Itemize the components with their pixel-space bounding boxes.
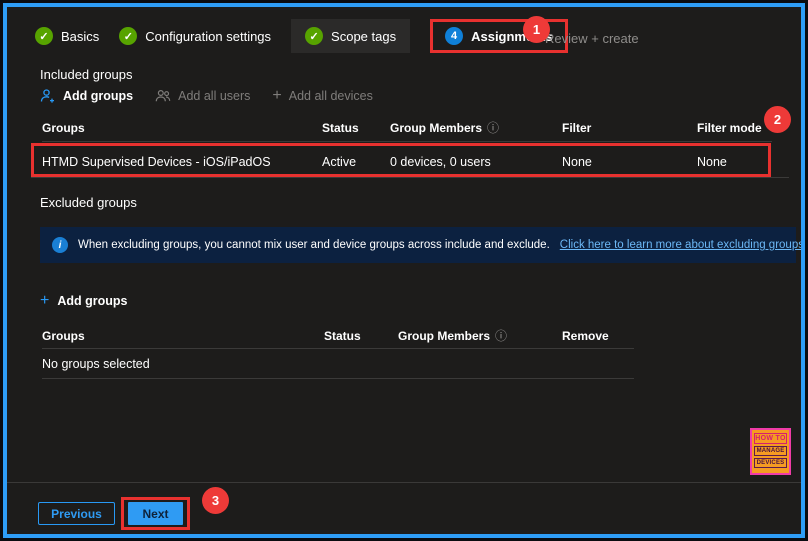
tab-configuration-settings-label: Configuration settings bbox=[145, 28, 272, 44]
divider bbox=[42, 141, 772, 142]
plus-icon: + bbox=[40, 292, 50, 309]
info-banner-link[interactable]: Click here to learn more about excluding… bbox=[560, 239, 801, 251]
col-status: Status bbox=[324, 328, 361, 343]
info-banner: i When excluding groups, you cannot mix … bbox=[40, 227, 801, 263]
htmd-logo: HOW TO MANAGE DEVICES bbox=[750, 428, 791, 475]
annotation-badge-1: 1 bbox=[523, 16, 550, 43]
divider bbox=[31, 177, 789, 178]
add-groups-label: Add groups bbox=[63, 89, 134, 103]
divider bbox=[42, 348, 634, 349]
included-groups-toolbar: Add groups Add all users + Add all devic… bbox=[40, 88, 373, 104]
col-groups: Groups bbox=[42, 120, 85, 135]
previous-button[interactable]: Previous bbox=[38, 502, 115, 525]
wizard-panel: ✓ Basics ✓ Configuration settings ✓ Scop… bbox=[3, 3, 805, 538]
footer-divider bbox=[7, 482, 801, 483]
screenshot-outer-border: ✓ Basics ✓ Configuration settings ✓ Scop… bbox=[0, 0, 808, 541]
col-filter-mode: Filter mode bbox=[697, 120, 762, 135]
tab-scope-tags[interactable]: ✓ Scope tags bbox=[291, 19, 411, 53]
col-status: Status bbox=[322, 120, 359, 135]
logo-line1: HOW TO bbox=[754, 433, 787, 444]
tab-scope-tags-label: Scope tags bbox=[331, 28, 397, 44]
tab-configuration-settings[interactable]: ✓ Configuration settings bbox=[119, 27, 271, 45]
row-annotation-rect bbox=[31, 143, 771, 177]
logo-line3: DEVICES bbox=[754, 458, 787, 468]
tab-basics-label: Basics bbox=[61, 28, 100, 44]
people-icon bbox=[155, 88, 171, 104]
person-add-icon bbox=[40, 88, 56, 104]
col-filter: Filter bbox=[562, 120, 592, 135]
excluded-groups-heading: Excluded groups bbox=[40, 195, 137, 210]
excluded-add-groups-label: Add groups bbox=[57, 294, 128, 308]
col-group-members: Group Members ⓘ bbox=[390, 119, 500, 136]
info-icon[interactable]: ⓘ bbox=[487, 119, 499, 136]
add-groups-button[interactable]: Add groups bbox=[40, 88, 133, 104]
annotation-badge-3: 3 bbox=[202, 487, 229, 514]
check-icon: ✓ bbox=[35, 27, 53, 45]
check-icon: ✓ bbox=[119, 27, 138, 45]
tab-basics[interactable]: ✓ Basics bbox=[35, 27, 99, 45]
add-all-users-button[interactable]: Add all users bbox=[155, 88, 250, 104]
annotation-badge-2: 2 bbox=[764, 106, 791, 133]
wizard-step-tabs: ✓ Basics ✓ Configuration settings ✓ Scop… bbox=[35, 16, 568, 56]
info-icon: i bbox=[52, 237, 68, 253]
col-groups: Groups bbox=[42, 328, 85, 343]
excluded-add-groups-button[interactable]: + Add groups bbox=[40, 292, 128, 309]
add-all-users-label: Add all users bbox=[178, 89, 251, 103]
col-remove: Remove bbox=[562, 328, 609, 343]
plus-icon: + bbox=[272, 87, 282, 104]
excluded-table-header: Groups Status Group Members ⓘ Remove bbox=[42, 327, 634, 344]
info-icon[interactable]: ⓘ bbox=[495, 327, 507, 344]
add-all-devices-label: Add all devices bbox=[288, 89, 373, 103]
divider bbox=[42, 378, 634, 379]
empty-state-text: No groups selected bbox=[42, 357, 150, 371]
included-table-header: Groups Status Group Members ⓘ Filter Fil… bbox=[42, 119, 772, 136]
logo-line2: MANAGE bbox=[754, 446, 787, 456]
included-groups-heading: Included groups bbox=[40, 67, 133, 82]
add-all-devices-button[interactable]: + Add all devices bbox=[272, 87, 373, 104]
tab-review-create[interactable]: Review + create bbox=[545, 31, 639, 46]
info-banner-text: When excluding groups, you cannot mix us… bbox=[78, 239, 550, 251]
next-button[interactable]: Next bbox=[128, 502, 183, 525]
step-number-icon: 4 bbox=[445, 27, 464, 45]
check-icon: ✓ bbox=[305, 27, 324, 45]
col-group-members: Group Members ⓘ bbox=[398, 327, 508, 344]
